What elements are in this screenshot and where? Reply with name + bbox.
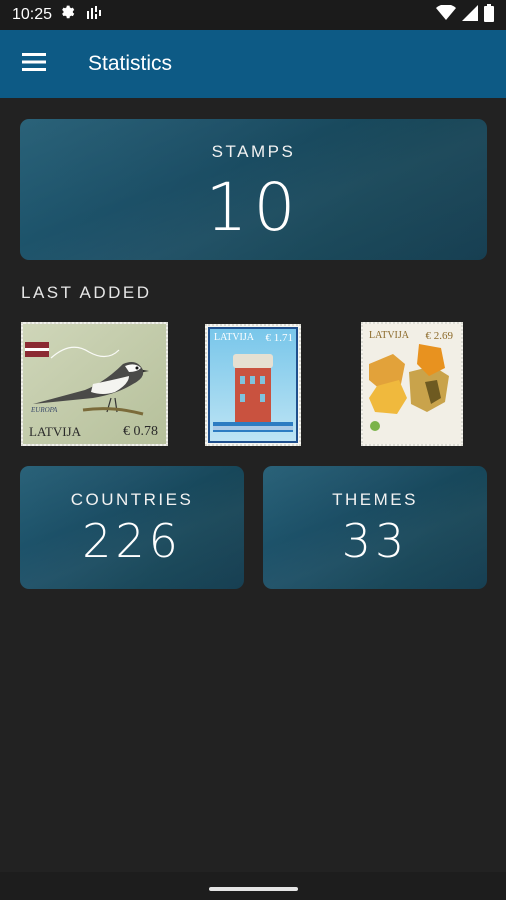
stamp-2-country: LATVIJA xyxy=(214,332,254,343)
stamp-2-price: € 1.71 xyxy=(265,332,294,344)
stamp-3-price: € 2.69 xyxy=(425,330,454,342)
app-bar: Statistics xyxy=(0,30,506,98)
wifi-icon xyxy=(436,3,456,26)
status-bar: 10:25 xyxy=(0,0,506,30)
last-added-title: LAST ADDED xyxy=(21,283,152,302)
hamburger-menu-icon xyxy=(22,52,46,77)
countries-stat-card[interactable]: COUNTRIES 226 xyxy=(20,466,244,589)
stamps-label: STAMPS xyxy=(211,142,296,161)
status-time: 10:25 xyxy=(12,6,53,23)
stamps-count: 10 xyxy=(205,169,302,246)
signal-indicator-icon xyxy=(86,5,102,26)
home-gesture-handle[interactable] xyxy=(209,887,298,891)
cell-signal-icon xyxy=(462,4,478,26)
countries-count: 226 xyxy=(82,514,182,568)
stamp-3-country: LATVIJA xyxy=(369,330,409,341)
stamp-thumbnail-tower[interactable]: LATVIJA € 1.71 xyxy=(205,324,301,446)
stamp-thumbnail-amber[interactable]: LATVIJA € 2.69 xyxy=(361,322,463,446)
page-title: Statistics xyxy=(88,52,173,75)
battery-icon xyxy=(484,3,494,27)
themes-stat-card[interactable]: THEMES 33 xyxy=(263,466,487,589)
stamp-1-country: LATVIJA xyxy=(29,424,81,439)
stamp-thumbnail-bird[interactable]: LATVIJA € 0.78 EUROPA xyxy=(21,322,168,446)
stamp-1-europa: EUROPA xyxy=(31,406,58,414)
countries-label: COUNTRIES xyxy=(70,490,194,509)
themes-label: THEMES xyxy=(332,490,418,509)
menu-button[interactable] xyxy=(0,30,68,98)
stamp-1-price: € 0.78 xyxy=(123,424,158,439)
stamps-stat-card[interactable]: STAMPS 10 xyxy=(20,119,487,260)
gear-icon xyxy=(60,4,78,27)
themes-count: 33 xyxy=(341,514,409,568)
system-navigation-bar xyxy=(0,872,506,900)
